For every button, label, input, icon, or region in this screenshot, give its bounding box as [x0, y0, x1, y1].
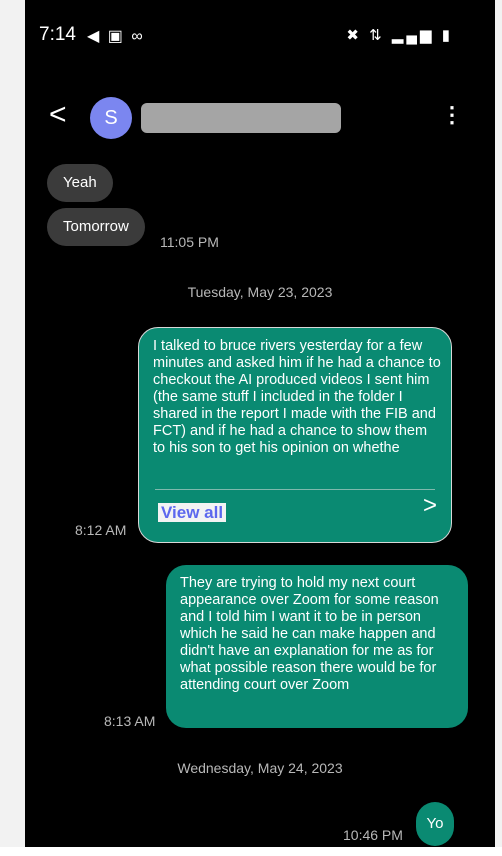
message-text: They are trying to hold my next court ap… [180, 575, 439, 693]
message-time: 8:12 AM [75, 522, 127, 538]
more-options-icon[interactable]: ⋮ [441, 102, 463, 128]
outgoing-message[interactable]: Yo [416, 802, 454, 846]
back-icon[interactable]: < [49, 100, 67, 130]
message-time: 11:05 PM [160, 234, 219, 250]
incoming-message[interactable]: Yeah [47, 164, 113, 202]
messaging-screen: 7:14 ◀ ▣ ∞ ✖ ⇅ ▂▄▆ ▮ < S ⋮ Yeah Tomorrow… [25, 0, 495, 847]
bottom-strip [0, 847, 502, 856]
date-separator: Tuesday, May 23, 2023 [187, 284, 333, 300]
bubble-divider [155, 489, 435, 490]
date-separator: Wednesday, May 24, 2023 [177, 760, 343, 776]
chevron-right-icon[interactable]: > [423, 494, 437, 518]
view-all-link[interactable]: View all [158, 503, 227, 522]
status-right-icons: ✖ ⇅ ▂▄▆ ▮ [346, 27, 453, 44]
contact-name-redacted[interactable] [141, 103, 341, 133]
message-text: I talked to bruce rivers yesterday for a… [153, 338, 441, 456]
outgoing-message[interactable]: They are trying to hold my next court ap… [166, 565, 468, 728]
message-time: 10:46 PM [343, 827, 403, 843]
message-time: 8:13 AM [104, 713, 156, 729]
avatar[interactable]: S [90, 97, 132, 139]
status-time: 7:14 [39, 24, 76, 45]
outgoing-message[interactable]: I talked to bruce rivers yesterday for a… [138, 327, 452, 543]
status-left-icons: ◀ ▣ ∞ [87, 28, 145, 45]
incoming-message[interactable]: Tomorrow [47, 208, 145, 246]
